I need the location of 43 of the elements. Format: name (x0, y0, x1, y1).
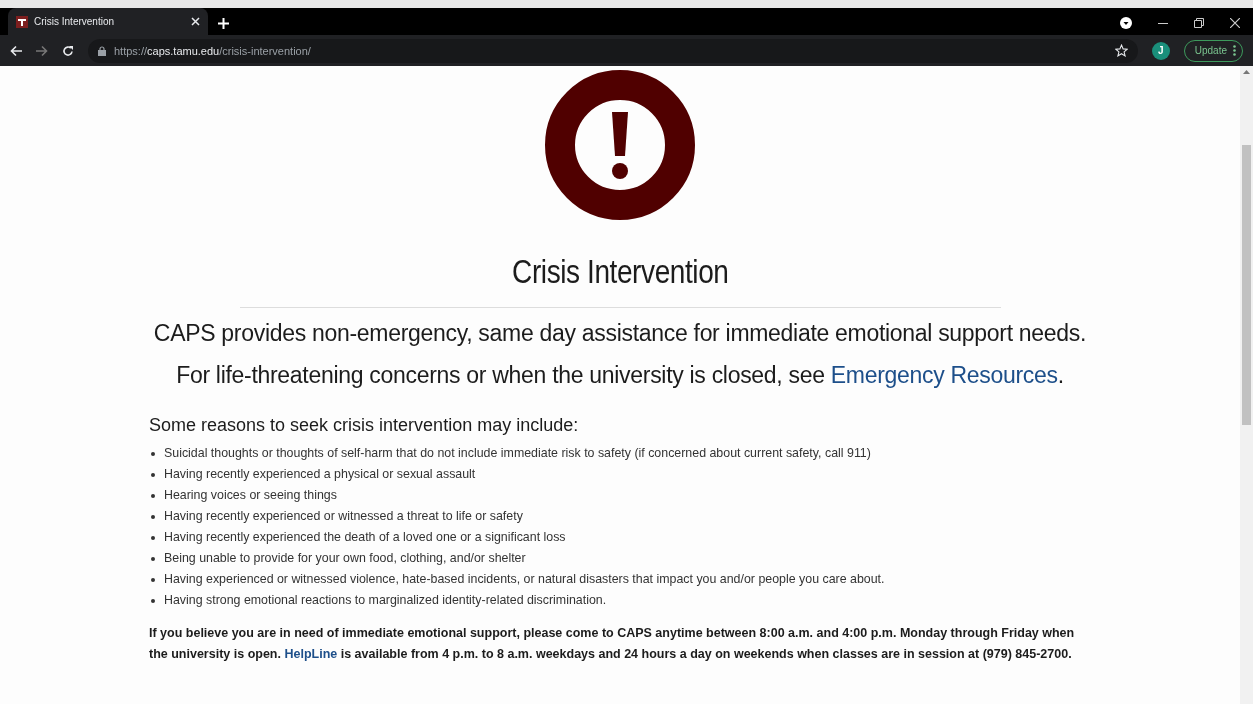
bullet-icon (151, 515, 155, 519)
scroll-up-icon[interactable] (1243, 70, 1250, 74)
list-item: Having recently experienced the death of a loved one or a significant loss (164, 529, 566, 546)
list-item: Having recently experienced or witnessed a threat to life or safety (164, 508, 523, 525)
scrollbar-thumb[interactable] (1242, 145, 1251, 425)
bullet-icon (151, 536, 155, 540)
alert-icon (545, 70, 695, 220)
restore-icon[interactable] (1194, 18, 1204, 28)
close-icon[interactable] (1230, 18, 1240, 28)
bullet-icon (151, 599, 155, 603)
page-title: Crisis Intervention (511, 252, 729, 292)
bullet-icon (151, 557, 155, 561)
forward-icon[interactable] (36, 44, 48, 57)
more-icon (1233, 45, 1236, 56)
scrollbar[interactable] (1240, 66, 1253, 704)
bullet-icon (151, 578, 155, 582)
emergency-resources-link[interactable]: Emergency Resources (830, 362, 1058, 388)
helpline-link[interactable]: HelpLine (284, 647, 338, 661)
list-item: Having recently experienced a physical or sexual assault (164, 466, 476, 483)
section-heading: Some reasons to seek crisis intervention may include: (149, 414, 580, 437)
list-item: Having strong emotional reactions to marginalized identity-related discrimination. (164, 592, 607, 609)
back-icon[interactable] (10, 44, 22, 57)
list-item: Suicidal thoughts or thoughts of self-harm that do not include immediate risk to safety (if concerned about current safety, call 911) (164, 445, 871, 462)
favicon-icon (16, 15, 28, 28)
bullet-icon (151, 452, 155, 456)
media-control-icon[interactable] (1120, 17, 1132, 29)
intro-text: For life-threatening concerns or when the university is closed, see Emergency Resources. (176, 361, 1064, 390)
list-item: Hearing voices or seeing things (164, 487, 337, 504)
bullet-icon (151, 494, 155, 498)
address-bar[interactable]: https://caps.tamu.edu/crisis-intervention/ (88, 38, 1138, 63)
close-icon[interactable] (191, 17, 200, 26)
bullet-icon (151, 473, 155, 477)
list-item: Having experienced or witnessed violence, hate-based incidents, or natural disasters that impact you and/or people you care about. (164, 571, 885, 588)
profile-avatar[interactable]: J (1151, 41, 1170, 60)
list-item: Being unable to provide for your own food, clothing, and/or shelter (164, 550, 526, 567)
intro-text: CAPS provides non-emergency, same day assistance for immediate emotional support needs. (153, 319, 1087, 348)
minimize-icon[interactable] (1158, 22, 1168, 24)
browser-tab[interactable]: Crisis Intervention (8, 8, 208, 35)
lock-icon (98, 45, 106, 56)
notice-text: If you believe you are in need of immediate emotional support, please come to CAPS anytime between 8:00 a.m. and 4:00 p.m. Monday through Friday when the university is open. HelpLine is available from 4 p.m. to 8 a.m. weekdays and 24 hours a day on weekends when classes are in session at (979) 845-2700. (149, 625, 1076, 663)
reload-icon[interactable] (62, 44, 74, 57)
star-icon[interactable] (1114, 44, 1128, 57)
new-tab-icon[interactable] (218, 18, 229, 29)
